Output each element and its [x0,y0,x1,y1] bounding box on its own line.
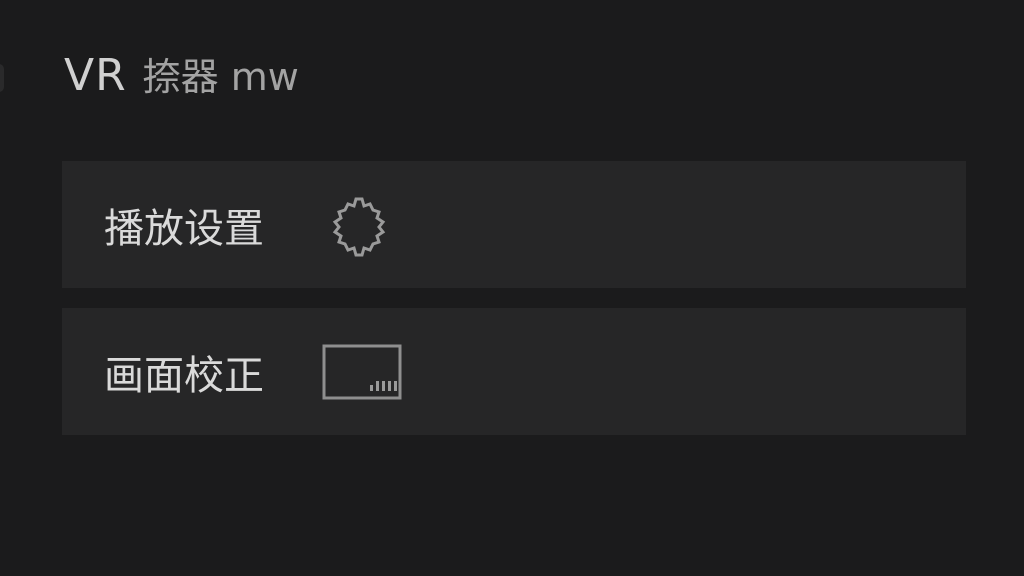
menu-item-screen-calibration[interactable]: 画面校正 [62,308,966,435]
page-title: VR 捺器 mw [64,46,299,106]
settings-menu: 播放设置 画面校正 [62,161,966,455]
menu-item-label: 播放设置 [104,205,264,252]
title-app-text: 捺器 mw [142,55,299,99]
menu-item-playback-settings[interactable]: 播放设置 [62,161,966,288]
title-vr-text: VR [64,50,127,101]
screen-calibration-icon [322,337,402,407]
menu-item-label: 画面校正 [104,352,264,399]
vr-player-settings-screen: VR 捺器 mw 播放设置 画面校正 [0,0,1024,576]
gear-icon [322,190,402,260]
back-edge-indicator[interactable] [0,64,4,92]
